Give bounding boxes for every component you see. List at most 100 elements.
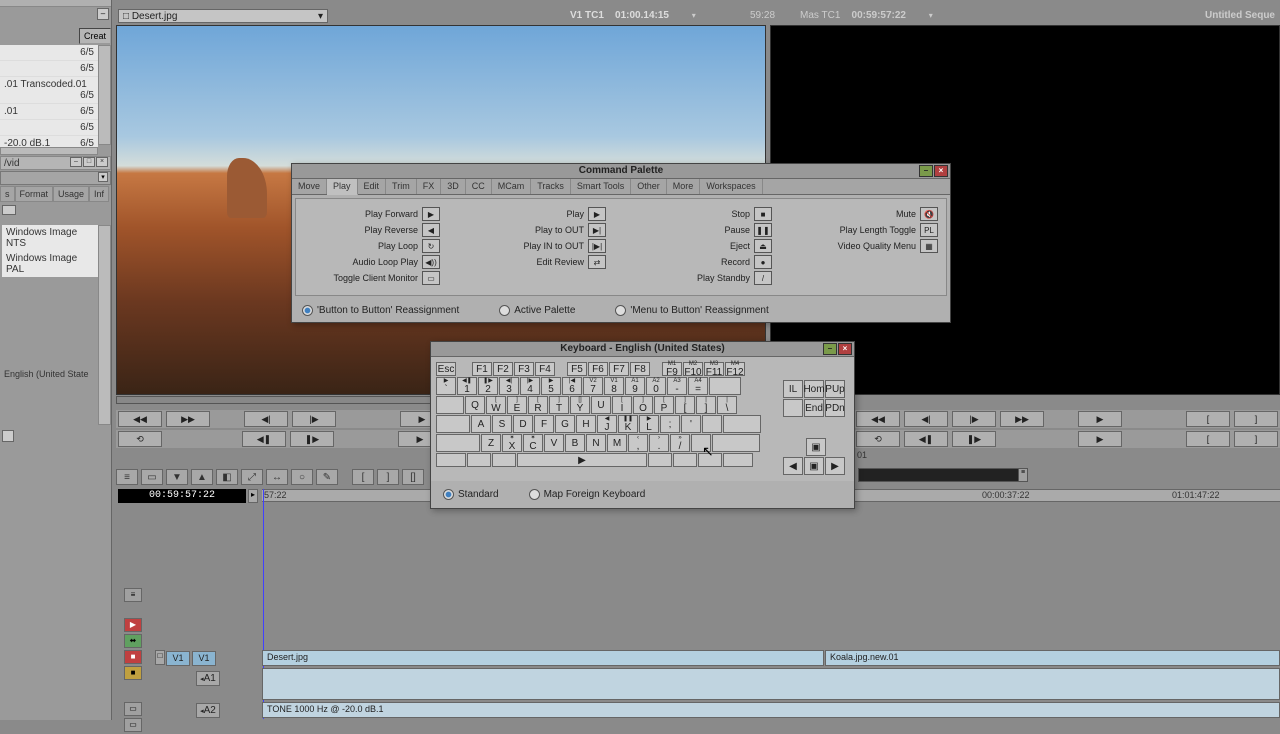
command-button[interactable]: ▭	[422, 271, 440, 285]
list-item[interactable]: Windows Image NTS	[2, 225, 98, 251]
key[interactable]: ▣	[804, 457, 824, 475]
key[interactable]: ;	[660, 415, 680, 433]
language-label[interactable]: English (United State	[2, 367, 98, 381]
key[interactable]: F7	[609, 362, 629, 376]
tab-3d[interactable]: 3D	[441, 179, 466, 194]
minimize-icon[interactable]: –	[823, 343, 837, 355]
minimize-icon[interactable]: –	[919, 165, 933, 177]
key[interactable]: Esc	[436, 362, 456, 376]
key[interactable]: F3	[514, 362, 534, 376]
tab[interactable]: Inf	[89, 186, 109, 202]
key[interactable]: F5	[567, 362, 587, 376]
key[interactable]: ▶L	[639, 415, 659, 433]
key[interactable]: F1	[472, 362, 492, 376]
key[interactable]: F2	[493, 362, 513, 376]
key[interactable]: PUp	[825, 380, 845, 398]
key[interactable]: ][	[675, 396, 695, 414]
loop-button[interactable]: ⟲	[118, 431, 162, 447]
key[interactable]: Q	[465, 396, 485, 414]
tab-trim[interactable]: Trim	[386, 179, 417, 194]
command-button[interactable]: 🔇	[920, 207, 938, 221]
command-button[interactable]: ◀	[422, 223, 440, 237]
key[interactable]	[467, 453, 491, 467]
key[interactable]: A	[471, 415, 491, 433]
tab[interactable]: s	[0, 186, 15, 202]
clip-tone[interactable]: TONE 1000 Hz @ -20.0 dB.1	[262, 702, 1280, 718]
mark-in-button[interactable]: [	[1186, 431, 1230, 447]
key[interactable]: [W	[486, 396, 506, 414]
key[interactable]: ❚▶2	[478, 377, 498, 395]
mark-in-icon[interactable]: [	[352, 469, 374, 485]
tool-button[interactable]: ⤢	[241, 469, 263, 485]
track-a1[interactable]: ◂A1	[196, 671, 220, 686]
scrollbar-v[interactable]	[98, 225, 111, 425]
key[interactable]: B	[565, 434, 585, 452]
key[interactable]: |\	[717, 396, 737, 414]
list-item[interactable]: 6/5	[0, 120, 98, 136]
command-button[interactable]: ↻	[422, 239, 440, 253]
key[interactable]: »/	[670, 434, 690, 452]
key[interactable]: F6	[588, 362, 608, 376]
tool-button[interactable]: ↔	[266, 469, 288, 485]
command-button[interactable]: ⏏	[754, 239, 772, 253]
fastfwd-button[interactable]: ▶▶	[166, 411, 210, 427]
key[interactable]	[702, 415, 722, 433]
arrow-up-icon[interactable]: ▲	[191, 469, 213, 485]
command-button[interactable]: ■	[754, 207, 772, 221]
key[interactable]: M4F12	[725, 362, 745, 376]
rewind-button[interactable]: ◀◀	[856, 411, 900, 427]
tab-more[interactable]: More	[667, 179, 701, 194]
key[interactable]	[783, 399, 803, 417]
radio-menu-to-button[interactable]: 'Menu to Button' Reassignment	[615, 305, 768, 316]
key[interactable]: ◀❚1	[457, 377, 477, 395]
key[interactable]: |]	[696, 396, 716, 414]
track-source-v1[interactable]: V1	[166, 651, 190, 666]
window-title[interactable]: Command Palette – ×	[292, 164, 950, 179]
mark-out-icon[interactable]: ]	[377, 469, 399, 485]
side-button[interactable]: ■	[124, 666, 142, 680]
frame-fwd-button[interactable]: ❚▶	[290, 431, 334, 447]
key[interactable]: H	[576, 415, 596, 433]
timeline-mini-bar[interactable]	[858, 468, 1021, 482]
clip-desert[interactable]: Desert.jpg	[262, 650, 824, 666]
key[interactable]: IL	[783, 380, 803, 398]
key[interactable]	[436, 434, 480, 452]
key[interactable]: F4	[535, 362, 555, 376]
key[interactable]: N	[586, 434, 606, 452]
scrollbar-v[interactable]	[98, 45, 111, 145]
play-button[interactable]: ▶	[1078, 431, 1122, 447]
dropdown-icon[interactable]: ▾	[692, 11, 696, 20]
clip-koala[interactable]: Koala.jpg.new.01	[825, 650, 1280, 666]
key[interactable]: ◀J	[597, 415, 617, 433]
tab-cc[interactable]: CC	[466, 179, 492, 194]
command-button[interactable]: PL	[920, 223, 938, 237]
side-button[interactable]: ≡	[124, 588, 142, 602]
step-fwd-button[interactable]: |▶	[952, 411, 996, 427]
arrow-down-icon[interactable]: ▼	[166, 469, 188, 485]
track-record-v1[interactable]: V1	[192, 651, 216, 666]
key[interactable]: ✶X	[502, 434, 522, 452]
key[interactable]	[492, 453, 516, 467]
key[interactable]	[691, 434, 711, 452]
timeline-mini-tool[interactable]: ≡	[1018, 468, 1028, 482]
tab-other[interactable]: Other	[631, 179, 667, 194]
list-item[interactable]: 6/5	[0, 45, 98, 61]
close-icon[interactable]: ×	[96, 157, 108, 167]
track-a2[interactable]: ◂A2	[196, 703, 220, 718]
min-icon[interactable]: –	[70, 157, 82, 167]
key[interactable]	[723, 415, 761, 433]
key[interactable]: [I	[612, 396, 632, 414]
side-button[interactable]: ▭	[124, 718, 142, 732]
key[interactable]: ▶	[517, 453, 647, 467]
key[interactable]: S	[492, 415, 512, 433]
key[interactable]	[436, 453, 466, 467]
command-button[interactable]: ▦	[920, 239, 938, 253]
tool-button[interactable]: ▭	[141, 469, 163, 485]
key[interactable]: ▶5	[541, 377, 561, 395]
record-side-button[interactable]: ▶	[124, 618, 142, 632]
mark-out-button[interactable]: ]	[1234, 431, 1278, 447]
tool-button[interactable]: ◧	[216, 469, 238, 485]
tool-button[interactable]: ✎	[316, 469, 338, 485]
command-button[interactable]: ●	[754, 255, 772, 269]
key[interactable]: ]T	[549, 396, 569, 414]
